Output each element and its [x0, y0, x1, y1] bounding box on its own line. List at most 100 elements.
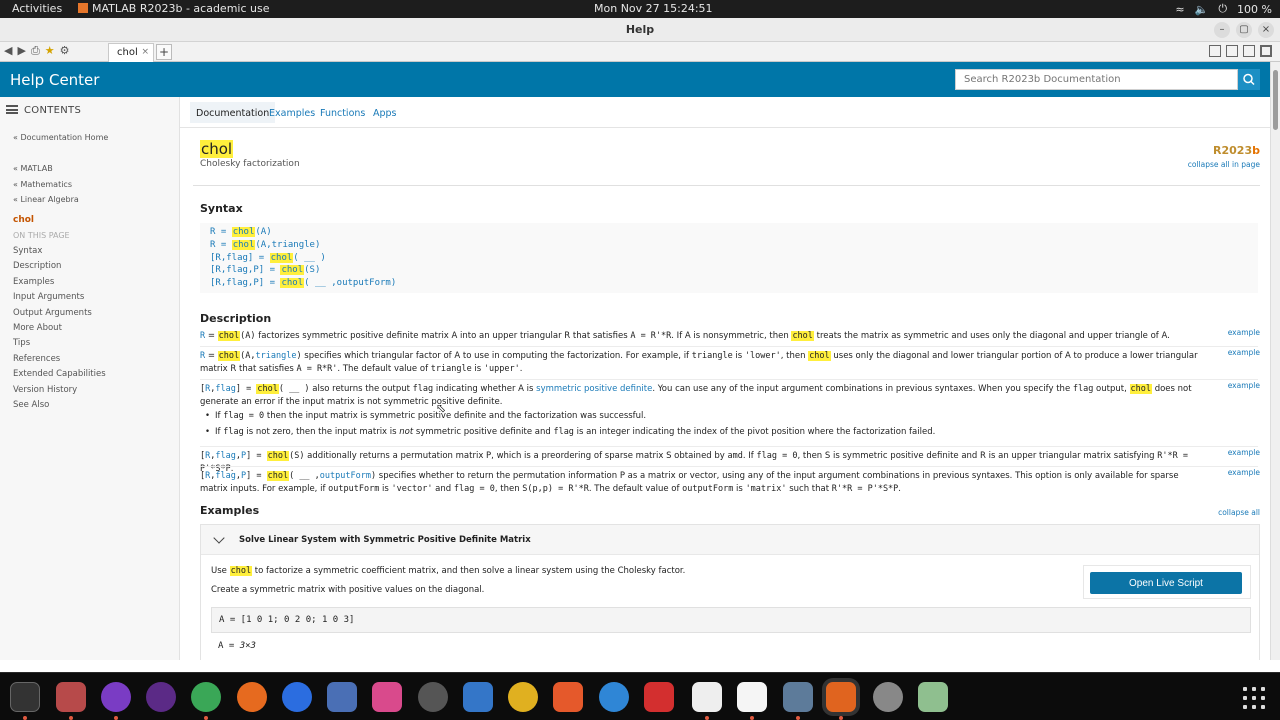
tab-examples[interactable]: Examples [263, 102, 321, 123]
brave-nightly-icon[interactable] [101, 682, 131, 712]
contents-toggle[interactable]: CONTENTS [6, 105, 81, 116]
syntax-line[interactable]: [R,flag,P] = chol(S) [210, 265, 1248, 278]
trash-icon[interactable] [918, 682, 948, 712]
layout-single-icon[interactable] [1260, 45, 1272, 57]
layout-grid-icon[interactable] [1209, 45, 1221, 57]
scrollbar-thumb[interactable] [1273, 70, 1278, 130]
tab-label: chol [117, 47, 138, 58]
layout-rows-icon[interactable] [1243, 45, 1255, 57]
matlab-dock-icon[interactable] [826, 682, 856, 712]
search-button[interactable] [1238, 69, 1260, 90]
layout-columns-icon[interactable] [1226, 45, 1238, 57]
settings-icon[interactable]: ⚙ [60, 44, 70, 58]
toc-description[interactable]: Description [13, 261, 106, 276]
description-item-1: R = chol(A) factorizes symmetric positiv… [200, 331, 1170, 341]
print-icon[interactable]: ⎙ [31, 44, 40, 58]
breadcrumb-matlab[interactable]: « MATLAB [13, 164, 108, 180]
files-icon[interactable] [56, 682, 86, 712]
syntax-fn: chol [231, 227, 256, 237]
running-indicator [69, 716, 73, 720]
text-editor-icon[interactable] [737, 682, 767, 712]
anydesk-icon[interactable] [644, 682, 674, 712]
syntax-line[interactable]: [R,flag] = chol( __ ) [210, 252, 1248, 266]
firefox-nightly-icon[interactable] [282, 682, 312, 712]
clock[interactable]: Mon Nov 27 15:24:51 [594, 2, 713, 15]
software-store-icon[interactable] [553, 682, 583, 712]
toc-output-arguments[interactable]: Output Arguments [13, 308, 106, 323]
breadcrumb-mathematics[interactable]: « Mathematics [13, 180, 108, 196]
app-center-icon[interactable] [418, 682, 448, 712]
books-icon[interactable] [327, 682, 357, 712]
maximize-button[interactable]: ▢ [1236, 22, 1252, 38]
window-titlebar: Help – ▢ × [0, 18, 1280, 42]
kdenlive-icon[interactable] [463, 682, 493, 712]
code-output: A = 3×3 [218, 641, 256, 651]
settings-icon[interactable] [873, 682, 903, 712]
vertical-scrollbar[interactable] [1270, 62, 1280, 660]
screenshot-tool-icon[interactable] [783, 682, 813, 712]
dock [0, 672, 1280, 720]
example-header[interactable]: Solve Linear System with Symmetric Posit… [201, 525, 1259, 555]
forward-icon[interactable]: ▶ [17, 44, 25, 58]
p1-text: Use [211, 566, 230, 576]
toc-extended-capabilities[interactable]: Extended Capabilities [13, 369, 106, 384]
minimize-button[interactable]: – [1214, 22, 1230, 38]
back-icon[interactable]: ◀ [4, 44, 12, 58]
app-menu-label: MATLAB R2023b - academic use [92, 2, 270, 15]
collapse-all-in-page-link[interactable]: collapse all in page [1188, 160, 1260, 169]
separator [200, 346, 1258, 347]
help-center-header: Help Center [0, 62, 1270, 97]
breadcrumb-documentation-home[interactable]: « Documentation Home [13, 133, 108, 149]
toc-syntax[interactable]: Syntax [13, 246, 106, 261]
terminal-icon[interactable] [10, 682, 40, 712]
close-button[interactable]: × [1258, 22, 1274, 38]
collapse-all-link[interactable]: collapse all [1218, 508, 1260, 517]
breadcrumb-linear-algebra[interactable]: « Linear Algebra [13, 195, 108, 211]
description-item-5: [R,flag,P] = chol( __ ,outputForm) speci… [200, 471, 1179, 494]
syntax-line[interactable]: [R,flag,P] = chol( __ ,outputForm) [210, 278, 1248, 291]
system-tray[interactable]: ≈ 🔈 ⏻ 100 % [1175, 2, 1272, 16]
search-input[interactable] [955, 69, 1238, 90]
toc-more-about[interactable]: More About [13, 323, 106, 338]
system-top-bar: Activities MATLAB R2023b - academic use … [0, 0, 1280, 18]
downloader-icon[interactable] [372, 682, 402, 712]
syntax-args: ( __ ,outputForm) [304, 278, 397, 289]
tab-apps[interactable]: Apps [367, 102, 403, 123]
code-block[interactable]: A = [1 0 1; 0 2 0; 1 0 3] [211, 607, 1251, 633]
toc-tips[interactable]: Tips [13, 338, 106, 353]
document-viewer-icon[interactable] [692, 682, 722, 712]
example-link[interactable]: example [1228, 328, 1260, 337]
toc-examples[interactable]: Examples [13, 277, 106, 292]
syntax-args: (A,triangle) [255, 239, 321, 250]
toc-references[interactable]: References [13, 354, 106, 369]
tab-close-icon[interactable]: × [141, 47, 149, 57]
help-icon[interactable] [599, 682, 629, 712]
matlab-icon [78, 3, 88, 13]
help-center-title[interactable]: Help Center [10, 71, 99, 89]
description-item-3: [R,flag] = chol( __ ) also returns the o… [200, 384, 1192, 407]
syntax-fn: chol [280, 278, 305, 289]
teapot-icon[interactable] [508, 682, 538, 712]
activities-button[interactable]: Activities [12, 2, 62, 15]
example-link[interactable]: example [1228, 348, 1260, 357]
toc-see-also[interactable]: See Also [13, 400, 106, 415]
syntax-lhs: R = [210, 227, 232, 237]
firefox-icon[interactable] [237, 682, 267, 712]
example-link[interactable]: example [1228, 381, 1260, 390]
favorites-star-icon[interactable]: ★ [45, 44, 55, 58]
tor-browser-icon[interactable] [146, 682, 176, 712]
chrome-dev-icon[interactable] [191, 682, 221, 712]
tab-functions[interactable]: Functions [314, 102, 371, 123]
example-link[interactable]: example [1228, 468, 1260, 477]
toc-input-arguments[interactable]: Input Arguments [13, 292, 106, 307]
example-link[interactable]: example [1228, 448, 1260, 457]
new-tab-button[interactable]: + [156, 44, 172, 60]
show-apps-icon[interactable] [1243, 687, 1265, 709]
syntax-line[interactable]: R = chol(A) [210, 227, 1248, 240]
bullet-flag-nonzero: If flag is not zero, then the input matr… [205, 427, 935, 437]
tab-chol[interactable]: chol × [108, 43, 154, 62]
syntax-line[interactable]: R = chol(A,triangle) [210, 239, 1248, 253]
toc-version-history[interactable]: Version History [13, 385, 106, 400]
app-menu[interactable]: MATLAB R2023b - academic use [78, 2, 269, 15]
open-live-script-button[interactable]: Open Live Script [1090, 572, 1242, 594]
